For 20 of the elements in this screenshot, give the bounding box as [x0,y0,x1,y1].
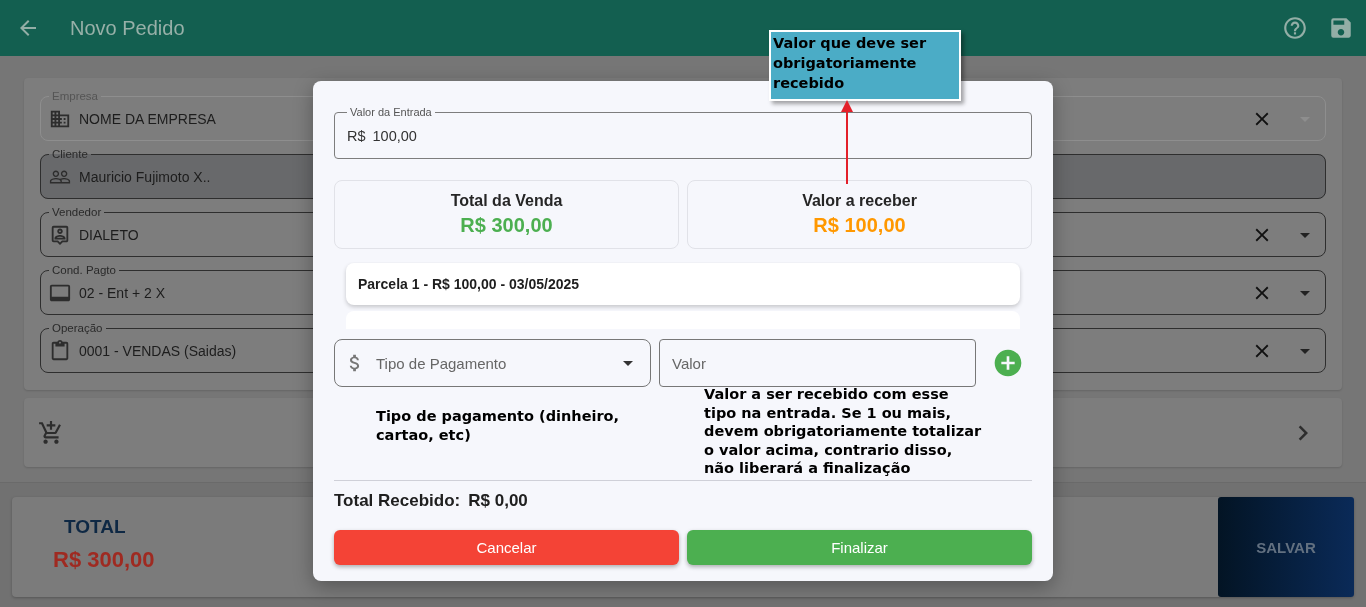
field-value: 02 - Ent + 2 X [79,284,165,301]
total-value: R$ 300,00 [53,547,155,573]
currency-prefix: R$ [347,127,366,144]
callout-box: Valor que deve ser obrigatoriamente recebido [769,30,961,101]
page-title: Novo Pedido [70,16,185,40]
total-received-label: Total Recebido: [334,491,461,511]
field-value: 0001 - VENDAS (Saidas) [79,342,237,359]
field-value: 100,00 [372,127,417,144]
annotation-text: Valor a ser recebido com esse tipo na entrada. Se 1 ou mais, devem obrigatoriamente totalizar o valor acima, contrario disso, não liberará a finalização [704,385,983,478]
installment-item: Parcela 1 - R$ 100,00 - 03/05/2025 [346,263,1020,305]
total-label: TOTAL [64,516,126,538]
summary-value: R$ 100,00 [813,214,906,237]
field-value: DIALETO [79,226,139,243]
field-value: Mauricio Fujimoto X.. [79,168,211,185]
summary-label: Valor a receber [802,192,917,210]
field-value: NOME DA EMPRESA [79,110,216,127]
summary-value: R$ 300,00 [460,214,553,237]
total-received-value: R$ 0,00 [468,491,528,511]
annotation-text: Tipo de pagamento (dinheiro, cartao, etc) [376,407,621,445]
summary-label: Total da Venda [450,192,563,210]
